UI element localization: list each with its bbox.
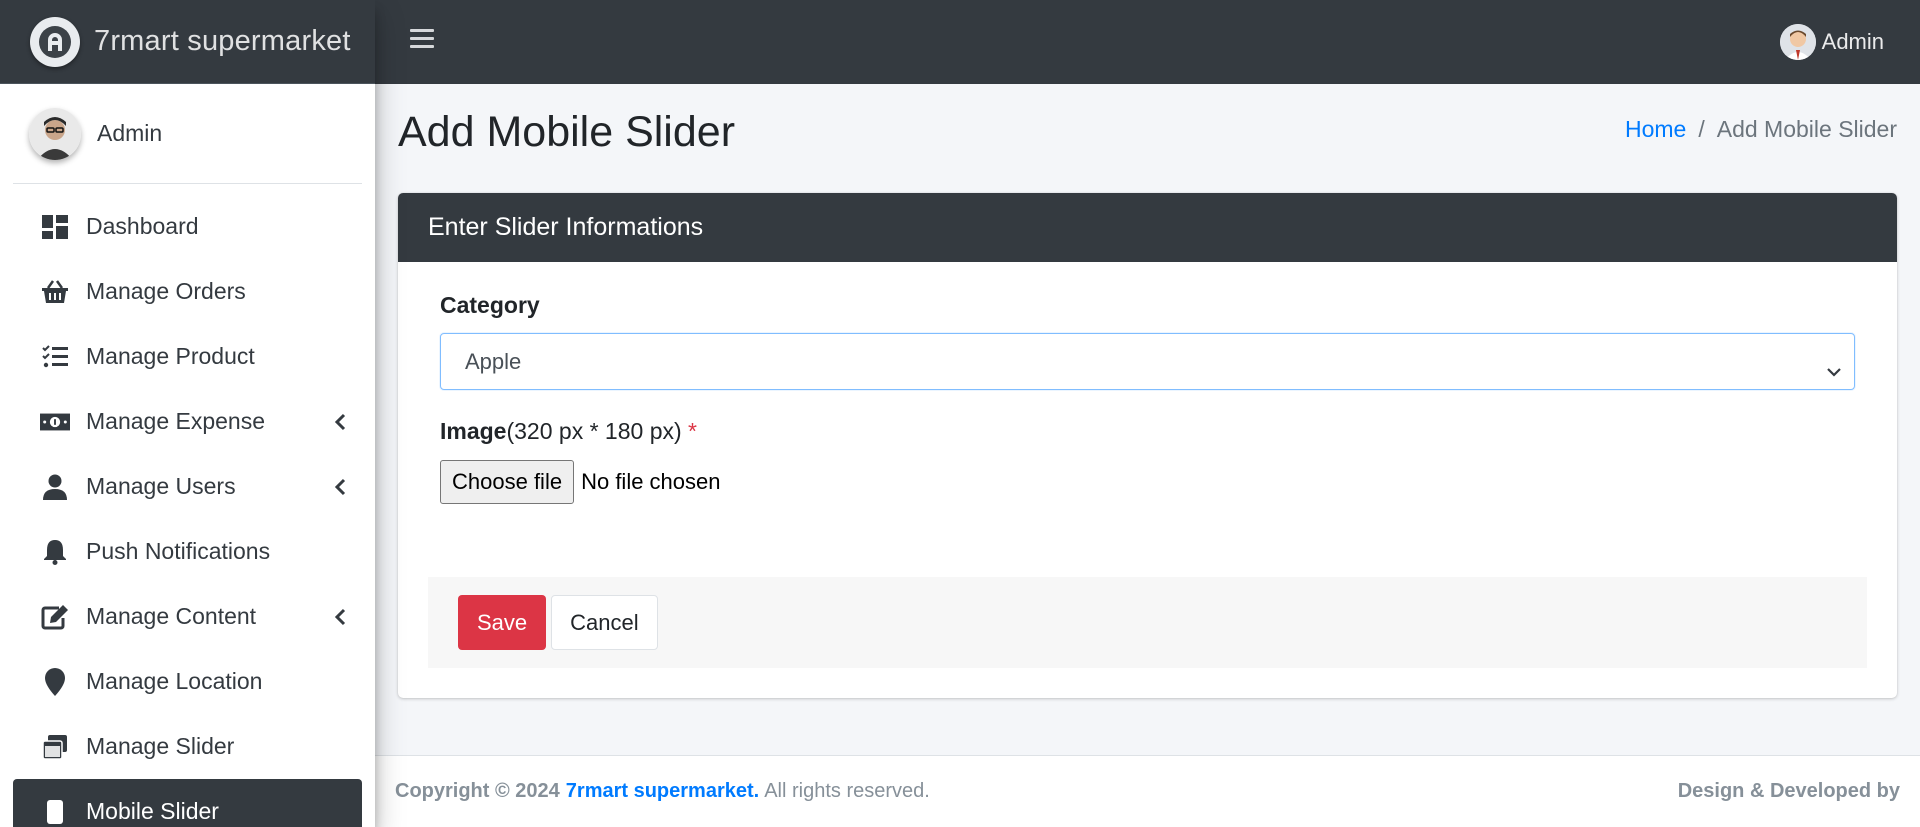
category-label: Category [440,292,540,318]
sidebar-user-name: Admin [97,120,163,146]
breadcrumb-current: Add Mobile Slider [1716,116,1897,142]
sidebar-item-mobile-slider[interactable]: Mobile Slider [13,779,362,827]
cancel-button[interactable]: Cancel [551,595,658,650]
footer-copyright: Copyright © 2024 [395,780,560,802]
dashboard-icon [40,212,70,242]
top-user-name: Admin [1821,29,1884,54]
sidebar-item-push-notifications[interactable]: Push Notifications [13,519,362,584]
tasks-list-icon [40,342,70,372]
sidebar-item-label: Push Notifications [86,538,271,564]
top-user-menu[interactable]: Admin [1779,24,1884,60]
sidebar-item-manage-location[interactable]: Manage Location [13,649,362,714]
brand-link[interactable]: 7rmart supermarket [0,0,375,84]
sidebar-item-manage-orders[interactable]: Manage Orders [13,259,362,324]
sidebar-item-label: Manage Location [86,668,263,694]
main-sidebar: 7rmart supermarket Admin Dashboard Manag… [0,0,375,827]
sidebar-item-manage-expense[interactable]: Manage Expense [13,389,362,454]
content-wrapper: Add Mobile Slider Home / Add Mobile Slid… [375,84,1920,755]
main-footer: Copyright © 2024 7rmart supermarket. All… [375,755,1920,827]
chevron-left-icon [333,478,347,496]
breadcrumb-home-link[interactable]: Home [1625,116,1686,143]
card-header: Enter Slider Informations [398,193,1897,262]
basket-icon [40,277,70,307]
sidebar-item-label: Manage Users [86,473,236,499]
page-title: Add Mobile Slider [398,108,736,156]
edit-icon [40,602,70,632]
mobile-icon [40,797,70,827]
sidebar-item-label: Mobile Slider [86,798,219,824]
breadcrumb: Home / Add Mobile Slider [1625,116,1897,143]
sidebar-item-label: Manage Product [86,343,255,369]
choose-file-button[interactable]: Choose file [440,460,575,504]
brand-name: 7rmart supermarket [94,25,351,57]
card-title: Enter Slider Informations [428,213,704,241]
brand-logo-icon [30,16,80,67]
user-icon [40,472,70,502]
footer-rights: All rights reserved. [764,780,930,802]
sidebar-item-dashboard[interactable]: Dashboard [13,194,362,259]
bell-icon [40,537,70,567]
map-marker-icon [40,667,70,697]
sidebar-item-label: Dashboard [86,213,199,239]
sidebar-item-label: Manage Expense [86,408,266,434]
form-body: Category Apple Image(320 px * 180 px) * … [398,262,1897,504]
avatar [1779,24,1816,60]
chevron-left-icon [333,413,347,431]
card-footer: Save Cancel [428,577,1867,668]
money-bill-icon [40,407,70,437]
category-selected-value: Apple [465,348,522,374]
top-navbar: Admin [375,0,1920,84]
breadcrumb-separator: / [1698,116,1705,142]
sidebar-item-label: Manage Orders [86,278,246,304]
save-button[interactable]: Save [458,595,547,650]
chevron-left-icon [333,608,347,626]
sidebar-item-manage-slider[interactable]: Manage Slider [13,714,362,779]
avatar [29,107,81,160]
menu-toggle-icon[interactable] [410,29,434,53]
footer-credit: Design & Developed by [1677,780,1900,802]
sidebar-item-label: Manage Content [86,603,257,629]
window-restore-icon [40,732,70,762]
chevron-down-icon [1826,357,1842,377]
image-size-hint: (320 px * 180 px) [506,418,682,444]
slider-form-card: Enter Slider Informations Category Apple… [398,193,1897,698]
sidebar-item-manage-users[interactable]: Manage Users [13,454,362,519]
sidebar-item-manage-product[interactable]: Manage Product [13,324,362,389]
footer-brand-link[interactable]: 7rmart supermarket. [566,780,759,803]
sidebar-item-label: Manage Slider [86,733,235,759]
image-file-input: Choose file No file chosen [440,460,1855,504]
sidebar-user-panel[interactable]: Admin [13,84,362,184]
image-label: Image(320 px * 180 px) * [440,418,1855,445]
sidebar-nav: Dashboard Manage Orders Manage Product M… [0,184,375,827]
sidebar-item-manage-content[interactable]: Manage Content [13,584,362,649]
required-mark: * [688,418,697,444]
file-status-text: No file chosen [581,469,721,494]
image-label-text: Image [440,418,507,444]
category-select[interactable]: Apple [440,333,1855,390]
